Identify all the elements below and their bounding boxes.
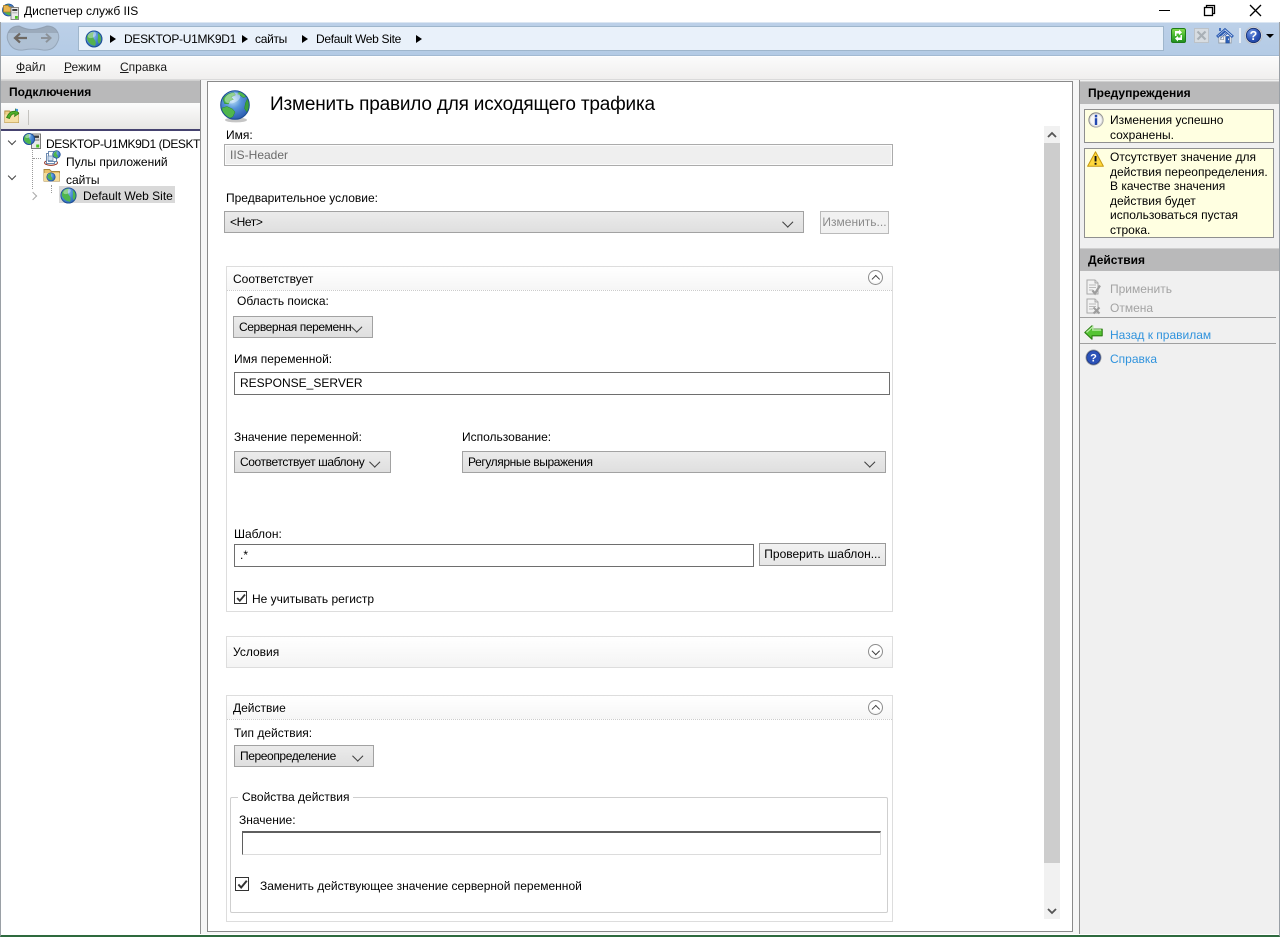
svg-text:?: ?: [1250, 29, 1258, 43]
svg-text:?: ?: [1090, 353, 1097, 365]
